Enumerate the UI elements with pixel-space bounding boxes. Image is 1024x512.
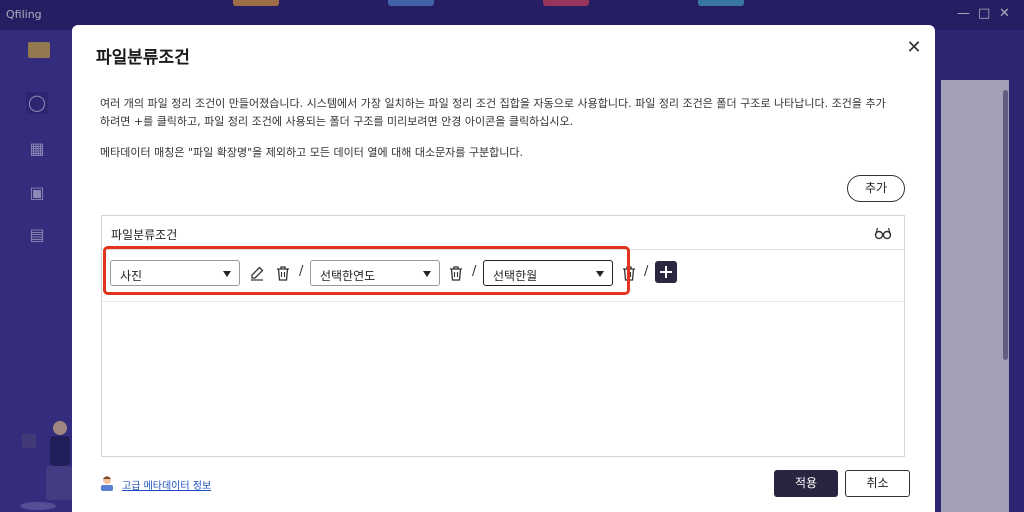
separator: / <box>644 264 649 279</box>
dialog-description: 여러 개의 파일 정리 조건이 만들어졌습니다. 시스템에서 가장 일치하는 파… <box>100 95 910 131</box>
file-classification-dialog: 파일분류조건 ✕ 여러 개의 파일 정리 조건이 만들어졌습니다. 시스템에서 … <box>72 25 935 512</box>
dialog-title: 파일분류조건 <box>96 48 190 68</box>
add-level-button[interactable] <box>655 261 677 283</box>
highlight-annotation <box>103 246 630 295</box>
description-line-2: 하려면 +를 클릭하고, 파일 정리 조건에 사용되는 폴더 구조를 미리보려면… <box>100 115 574 128</box>
glasses-preview-icon[interactable] <box>874 225 892 241</box>
description-line-1: 여러 개의 파일 정리 조건이 만들어졌습니다. 시스템에서 가장 일치하는 파… <box>100 97 886 110</box>
advanced-metadata-link[interactable]: 고급 메타데이터 정보 <box>122 477 211 492</box>
info-person-icon <box>101 476 113 491</box>
dialog-footer: 고급 메타데이터 정보 적용 취소 <box>72 455 935 512</box>
add-condition-button[interactable]: 추가 <box>847 175 905 202</box>
table-header-label: 파일분류조건 <box>111 228 178 242</box>
apply-button[interactable]: 적용 <box>774 470 838 497</box>
close-icon[interactable]: ✕ <box>904 38 924 58</box>
metadata-note: 메타데이터 매칭은 "파일 확장명"을 제외하고 모든 데이터 열에 대해 대소… <box>100 146 524 159</box>
cancel-button[interactable]: 취소 <box>845 470 910 497</box>
table-header: 파일분류조건 <box>102 216 904 250</box>
plus-icon <box>660 266 672 278</box>
